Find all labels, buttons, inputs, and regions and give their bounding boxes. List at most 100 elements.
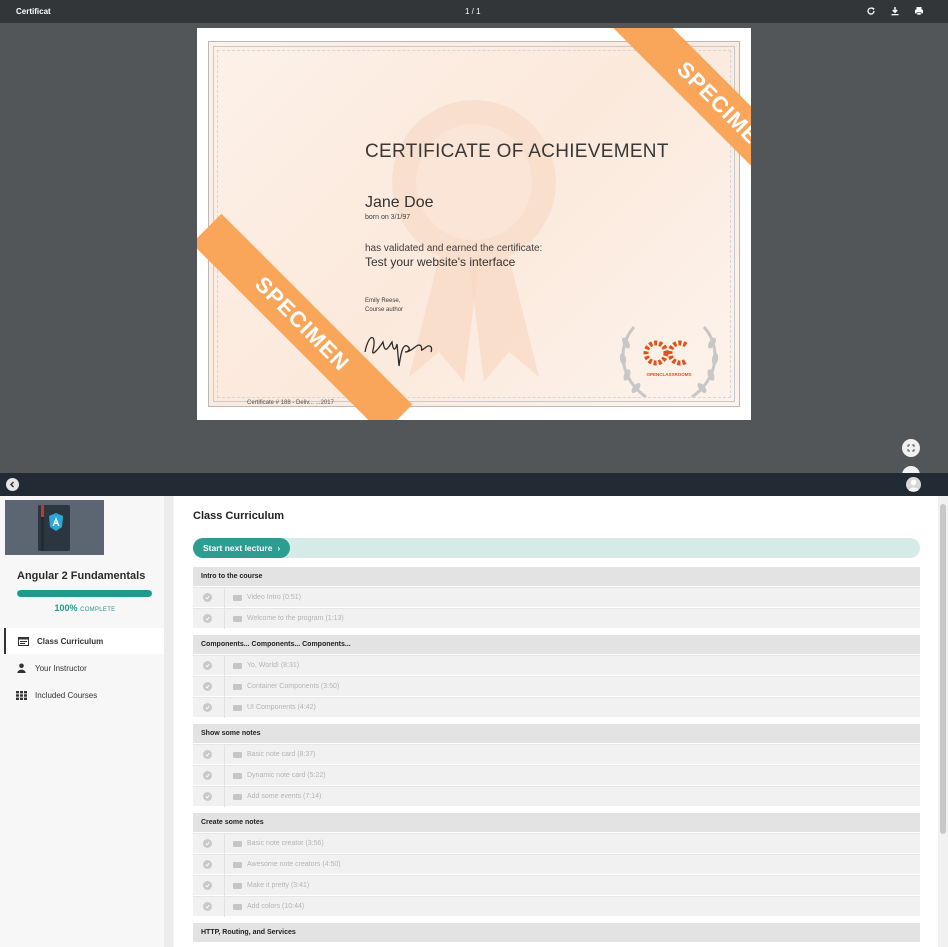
- lecture-row[interactable]: Yo, World! (8:31): [193, 655, 920, 676]
- lecture-row[interactable]: Awesome note creators (4:50): [193, 854, 920, 875]
- divider: [224, 697, 225, 718]
- scrollbar-thumb[interactable]: [940, 504, 946, 834]
- progress-value: 100%: [54, 603, 78, 613]
- lecture-title: Add some events (7:14): [247, 793, 322, 800]
- print-icon[interactable]: [912, 4, 926, 18]
- lecture-row[interactable]: Add colors (10:44): [193, 896, 920, 917]
- start-next-lecture-button[interactable]: Start next lecture ›: [193, 538, 291, 558]
- sidebar: Angular 2 Fundamentals 100% COMPLETE Cla…: [0, 496, 173, 947]
- chevron-left-icon: [10, 481, 14, 488]
- video-icon: [233, 861, 242, 868]
- fit-page-button[interactable]: [902, 439, 920, 457]
- curriculum-panel: Class Curriculum Start next lecture › In…: [174, 496, 938, 947]
- check-circle-icon: [203, 839, 212, 848]
- video-icon: [233, 793, 242, 800]
- lecture-row[interactable]: UI Components (4:42): [193, 697, 920, 718]
- video-icon: [233, 594, 242, 601]
- certificate-heading: CERTIFICATE OF ACHIEVEMENT: [365, 141, 669, 162]
- sidebar-scrollbar[interactable]: [164, 496, 173, 947]
- check-circle-icon: [203, 750, 212, 759]
- rosette-watermark: [392, 100, 556, 382]
- check-circle-icon: [203, 593, 212, 602]
- section-header: Intro to the course: [193, 567, 920, 586]
- course-thumbnail: [5, 500, 104, 555]
- nav-item-class-curriculum[interactable]: Class Curriculum: [4, 628, 164, 654]
- lecture-title: UI Components (4:42): [247, 704, 316, 711]
- lecture-row[interactable]: Basic note card (8:37): [193, 744, 920, 765]
- lecture-title: Basic note card (8:37): [247, 751, 316, 758]
- lecture-row[interactable]: Add some events (7:14): [193, 786, 920, 807]
- lecture-row[interactable]: Basic note creator (3:56): [193, 833, 920, 854]
- course-name: Test your website's interface: [365, 255, 516, 269]
- main-scrollbar[interactable]: [938, 496, 948, 947]
- book-icon: [38, 505, 70, 551]
- check-circle-icon: [203, 703, 212, 712]
- progress-text: 100% COMPLETE: [0, 603, 170, 613]
- lecture-title: Container Components (3:50): [247, 683, 340, 690]
- divider: [224, 765, 225, 786]
- page-counter: 1 / 1: [465, 7, 481, 16]
- lecture-row[interactable]: Welcome to the program (1:13): [193, 608, 920, 629]
- divider: [224, 587, 225, 608]
- divider: [224, 608, 225, 629]
- check-circle-icon: [203, 860, 212, 869]
- nav-item-included-courses[interactable]: Included Courses: [4, 682, 164, 708]
- birth-date: born on 3/1/97: [365, 214, 411, 221]
- author-name: Emily Reese,: [365, 298, 401, 304]
- zoom-button[interactable]: [902, 466, 920, 473]
- viewer-toolbar: Certificat 1 / 1: [0, 0, 948, 23]
- divider: [224, 676, 225, 697]
- progress-bar: [17, 590, 152, 597]
- certificate-page: CERTIFICATE OF ACHIEVEMENT Jane Doe born…: [197, 28, 751, 420]
- check-circle-icon: [203, 614, 212, 623]
- avatar[interactable]: [906, 477, 921, 492]
- video-icon: [233, 772, 242, 779]
- divider: [224, 744, 225, 765]
- lecture-row[interactable]: Dynamic note card (5:22): [193, 765, 920, 786]
- video-icon: [233, 840, 242, 847]
- fit-page-icon: [907, 444, 915, 452]
- start-lecture-bar: Start next lecture ›: [193, 538, 920, 558]
- nav-item-your-instructor[interactable]: Your Instructor: [4, 655, 164, 681]
- certificate-number: Certificate # 188 - Deliv... ...2017: [247, 400, 334, 406]
- lecture-row[interactable]: Container Components (3:50): [193, 676, 920, 697]
- course-title: Angular 2 Fundamentals: [17, 570, 146, 582]
- app-topbar: [0, 473, 948, 496]
- author-role: Course author: [365, 307, 404, 313]
- lecture-title: Welcome to the program (1:13): [247, 615, 344, 622]
- section-header: Show some notes: [193, 724, 920, 743]
- user-icon: [908, 479, 919, 491]
- back-button[interactable]: [6, 478, 19, 491]
- chevron-right-icon: ›: [277, 543, 281, 553]
- document-title: Certificat: [16, 7, 51, 16]
- rotate-icon[interactable]: [864, 4, 878, 18]
- download-icon[interactable]: [888, 4, 902, 18]
- lecture-title: Basic note creator (3:56): [247, 840, 324, 847]
- lecture-title: Add colors (10:44): [247, 903, 305, 910]
- check-circle-icon: [203, 792, 212, 801]
- nav-label: Included Courses: [35, 690, 98, 700]
- person-icon: [13, 663, 29, 673]
- curriculum-icon: [15, 636, 31, 646]
- video-icon: [233, 704, 242, 711]
- check-circle-icon: [203, 902, 212, 911]
- lecture-title: Dynamic note card (5:22): [247, 772, 326, 779]
- nav-label: Your Instructor: [35, 663, 87, 673]
- lecture-row[interactable]: Make it pretty (3:41): [193, 875, 920, 896]
- divider: [224, 655, 225, 676]
- video-icon: [233, 903, 242, 910]
- svg-text:OPENCLASSROOMS: OPENCLASSROOMS: [646, 372, 691, 377]
- grid-icon: [13, 690, 29, 700]
- progress-suffix: COMPLETE: [80, 607, 116, 613]
- validation-text: has validated and earned the certificate…: [365, 243, 543, 254]
- check-circle-icon: [203, 771, 212, 780]
- video-icon: [233, 662, 242, 669]
- lecture-title: Awesome note creators (4:50): [247, 861, 341, 868]
- section-header: Create some notes: [193, 813, 920, 832]
- recipient-name: Jane Doe: [365, 194, 434, 211]
- pdf-viewer: Certificat 1 / 1 CERTIFICATE OF ACHIEVEM…: [0, 0, 948, 473]
- video-icon: [233, 751, 242, 758]
- lecture-row[interactable]: Video Intro (0:51): [193, 587, 920, 608]
- video-icon: [233, 683, 242, 690]
- video-icon: [233, 882, 242, 889]
